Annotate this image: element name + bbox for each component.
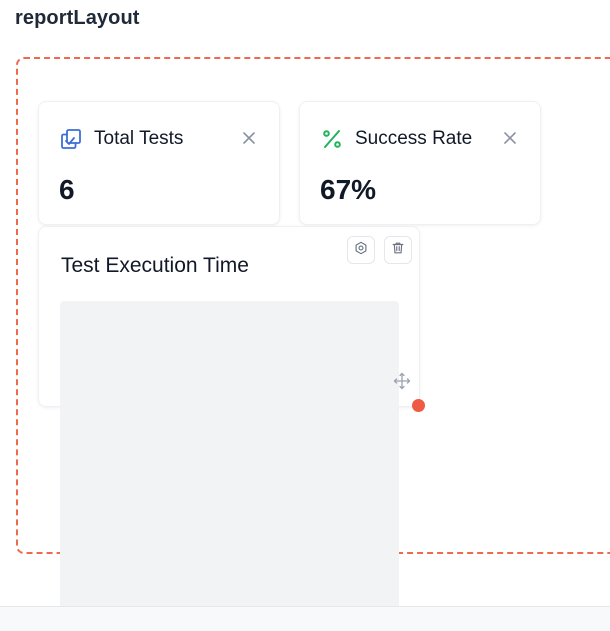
report-layout-editor: reportLayout Total Tests 6 Success Rate … — [0, 0, 610, 631]
widget-header: Total Tests — [60, 128, 183, 150]
resize-handle[interactable] — [412, 399, 425, 412]
widget-success-rate[interactable]: Success Rate 67% — [299, 101, 541, 225]
trash-icon — [391, 241, 405, 260]
widget-title: Test Execution Time — [61, 254, 249, 277]
widget-label: Success Rate — [355, 128, 473, 149]
bottom-bar — [0, 606, 610, 631]
gear-icon — [354, 241, 368, 260]
copy-check-icon — [60, 128, 82, 150]
settings-button[interactable] — [347, 236, 375, 264]
widget-value: 6 — [59, 174, 75, 205]
close-icon[interactable] — [241, 130, 257, 146]
percent-icon — [321, 128, 343, 150]
widget-header: Success Rate — [321, 128, 472, 150]
move-icon[interactable] — [393, 372, 411, 390]
widget-total-tests[interactable]: Total Tests 6 — [38, 101, 280, 225]
chart-placeholder — [60, 301, 399, 621]
widget-value: 67% — [320, 174, 377, 205]
page-title: reportLayout — [15, 7, 140, 29]
delete-button[interactable] — [384, 236, 412, 264]
widget-label: Total Tests — [94, 128, 184, 149]
close-icon[interactable] — [502, 130, 518, 146]
